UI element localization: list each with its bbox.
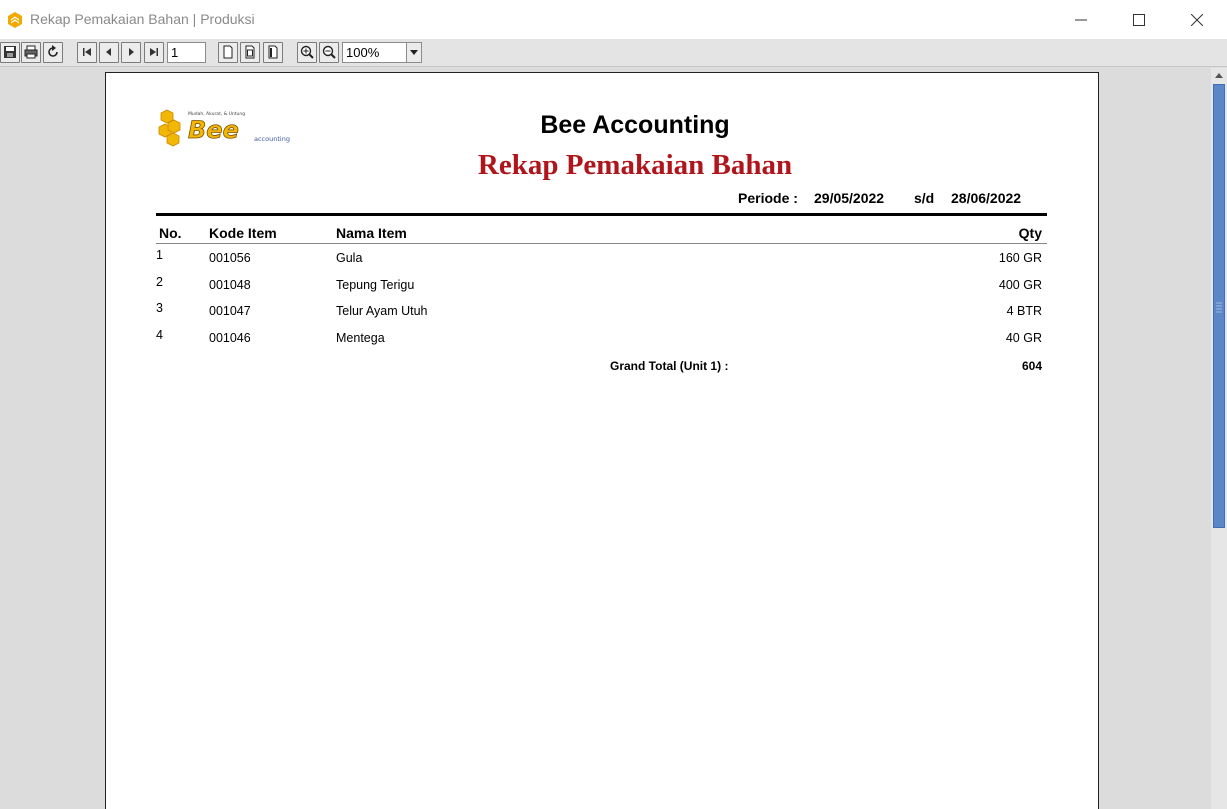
refresh-icon [48, 45, 58, 57]
grip-icon [1216, 302, 1222, 313]
periode-label: Periode : [738, 190, 798, 206]
row-no: 3 [156, 301, 163, 316]
full-page-icon [268, 45, 278, 59]
table-row: 4 001046 Mentega 40 GR [106, 328, 1100, 358]
maximize-icon [1133, 14, 1145, 26]
zoom-out-button[interactable] [319, 42, 339, 63]
row-no: 4 [156, 328, 163, 343]
next-page-button[interactable] [121, 42, 141, 63]
grand-total-value: 604 [1021, 359, 1042, 373]
row-nama-item: Telur Ayam Utuh [336, 304, 428, 319]
column-header-divider [156, 243, 1047, 244]
last-page-icon [150, 48, 158, 56]
zoom-select[interactable]: 100% [342, 42, 422, 63]
first-page-icon [83, 48, 91, 56]
page-width-button[interactable] [240, 42, 260, 63]
zoom-value: 100% [346, 45, 380, 60]
report-viewer-window: Rekap Pemakaian Bahan | Produksi 1 100% … [0, 0, 1227, 809]
periode-start-date: 29/05/2022 [814, 190, 885, 206]
full-page-button[interactable] [263, 42, 283, 63]
last-page-button[interactable] [144, 42, 164, 63]
grand-total-label: Grand Total (Unit 1) : [610, 359, 729, 373]
zoom-in-icon [300, 45, 314, 59]
column-header-kode-item: Kode Item [209, 225, 277, 241]
refresh-button[interactable] [43, 42, 63, 63]
bee-app-icon [6, 11, 24, 29]
periode-end-date: 28/06/2022 [951, 190, 1022, 206]
table-row: 2 001048 Tepung Terigu 400 GR [106, 274, 1100, 305]
report-table-body: 1 001056 Gula 160 GR 2 001048 Tepung Ter… [106, 248, 1100, 358]
vertical-scrollbar[interactable] [1211, 68, 1227, 809]
row-kode-item: 001056 [209, 251, 251, 265]
row-nama-item: Mentega [336, 331, 385, 346]
table-row: 3 001047 Telur Ayam Utuh 4 BTR [106, 301, 1100, 331]
toolbar: 100% [0, 39, 1227, 67]
row-qty: 160 GR [998, 251, 1042, 265]
row-kode-item: 001047 [209, 304, 251, 319]
periode-separator: s/d [914, 190, 935, 206]
maximize-button[interactable] [1110, 0, 1168, 39]
report-title: Rekap Pemakaian Bahan [477, 149, 793, 181]
column-header-nama-item: Nama Item [336, 225, 407, 241]
scroll-up-button[interactable] [1211, 68, 1227, 84]
report-canvas: Bee Mudah, Akurat, & Untung accounting B… [0, 68, 1211, 809]
close-icon [1191, 14, 1203, 26]
row-no: 1 [156, 248, 163, 262]
prev-page-button[interactable] [99, 42, 119, 63]
minimize-icon [1075, 19, 1087, 21]
row-no: 2 [156, 274, 163, 289]
single-page-icon [223, 45, 233, 59]
report-page: Bee Mudah, Akurat, & Untung accounting B… [105, 72, 1099, 809]
print-icon [24, 45, 38, 59]
zoom-out-icon [322, 45, 336, 59]
company-name: Bee Accounting [540, 111, 730, 139]
print-button[interactable] [21, 42, 41, 63]
zoom-dropdown-button[interactable] [406, 43, 421, 62]
row-nama-item: Gula [336, 251, 363, 265]
save-button[interactable] [0, 42, 20, 63]
chevron-up-icon [1215, 73, 1223, 78]
row-kode-item: 001048 [209, 277, 251, 292]
row-qty: 40 GR [1005, 331, 1042, 346]
row-nama-item: Tepung Terigu [336, 277, 415, 292]
scrollbar-thumb[interactable] [1213, 84, 1225, 528]
row-kode-item: 001046 [209, 331, 251, 346]
table-row: 1 001056 Gula 160 GR [106, 248, 1100, 278]
prev-page-icon [106, 48, 111, 56]
row-qty: 400 GR [998, 277, 1042, 292]
minimize-button[interactable] [1052, 0, 1110, 39]
column-header-no: No. [159, 225, 182, 241]
row-qty: 4 BTR [1006, 304, 1042, 319]
page-width-icon [245, 45, 255, 59]
first-page-button[interactable] [77, 42, 97, 63]
zoom-in-button[interactable] [297, 42, 317, 63]
title-bar: Rekap Pemakaian Bahan | Produksi [0, 0, 1227, 39]
next-page-icon [129, 48, 134, 56]
close-button[interactable] [1168, 0, 1226, 39]
save-icon [4, 46, 16, 58]
header-divider [156, 213, 1047, 216]
page-number-input[interactable] [167, 42, 206, 63]
window-title: Rekap Pemakaian Bahan | Produksi [30, 11, 255, 27]
chevron-down-icon [410, 50, 418, 55]
column-header-qty: Qty [1018, 225, 1042, 241]
single-page-button[interactable] [218, 42, 238, 63]
